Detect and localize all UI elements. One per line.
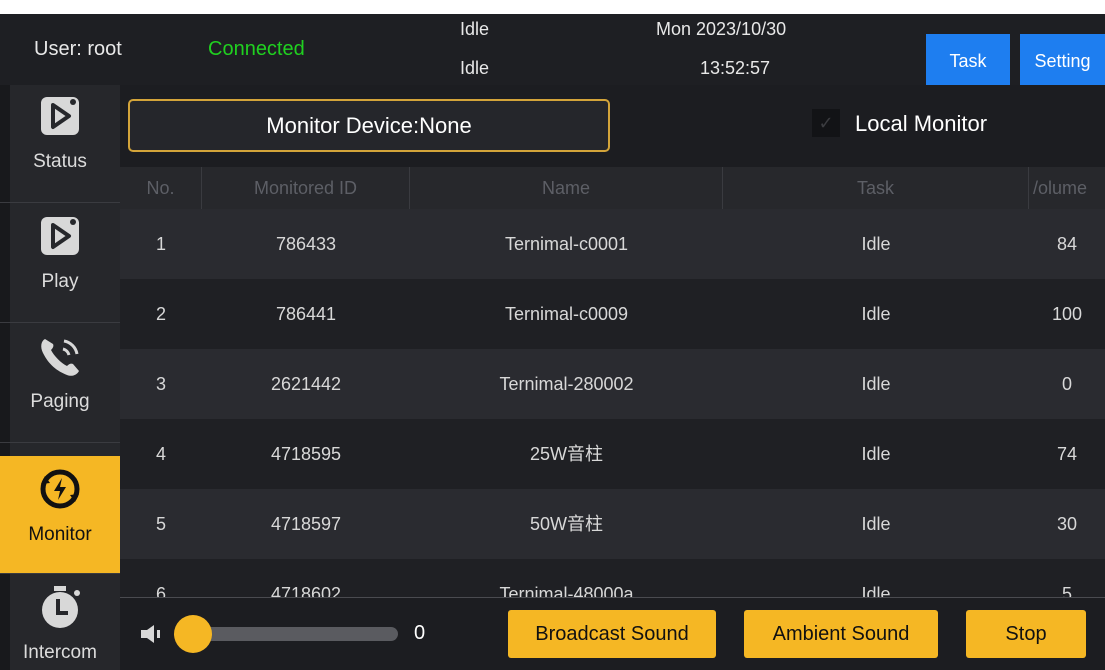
sidebar-item-status[interactable]: Status <box>0 83 120 203</box>
column-header-no[interactable]: No. <box>120 167 202 209</box>
table-row[interactable]: 5 4718597 50W音柱 Idle 30 <box>120 489 1105 559</box>
cell-id: 4718602 <box>270 584 342 597</box>
status-line-1: Idle <box>460 19 490 39</box>
volume-value: 0 <box>414 622 426 644</box>
cell-no: 1 <box>155 234 166 254</box>
table-header: No. Monitored ID Name Task /olume <box>120 167 1105 209</box>
cell-volume: 100 <box>1051 304 1083 324</box>
table-row[interactable]: 4 4718595 25W音柱 Idle 74 <box>120 419 1105 489</box>
stop-button[interactable]: Stop <box>966 610 1086 658</box>
sidebar-item-paging[interactable]: Paging <box>0 323 120 443</box>
cell-volume: 84 <box>1056 234 1078 254</box>
table-row[interactable]: 2 786441 Ternimal-c0009 Idle 100 <box>120 279 1105 349</box>
cell-task: Idle <box>861 304 891 324</box>
column-header-task[interactable]: Task <box>723 167 1029 209</box>
cell-task: Idle <box>861 234 891 254</box>
cell-id: 786441 <box>275 304 337 324</box>
cell-no: 5 <box>155 514 166 534</box>
cell-no: 6 <box>155 584 166 597</box>
sidebar-item-label: Play <box>41 271 79 292</box>
monitored-devices-table: No. Monitored ID Name Task /olume 1 7864… <box>120 167 1105 597</box>
time-label: 13:52:57 <box>700 58 771 78</box>
monitor-device-selector[interactable]: Monitor Device:None <box>128 99 610 152</box>
cell-task: Idle <box>861 374 891 394</box>
cell-name: Ternimal-c0009 <box>504 304 629 324</box>
sidebar-item-label: Monitor <box>28 524 92 545</box>
speaker-icon <box>140 624 162 649</box>
column-header-name[interactable]: Name <box>410 167 723 209</box>
play-square-icon <box>32 211 88 261</box>
sidebar-item-label: Intercom <box>23 642 97 663</box>
table-row[interactable]: 1 786433 Ternimal-c0001 Idle 84 <box>120 209 1105 279</box>
cell-name: 25W音柱 <box>529 444 603 464</box>
date-label: Mon 2023/10/30 <box>656 19 787 39</box>
column-header-volume[interactable]: /olume <box>1029 167 1105 209</box>
monitor-device-bar: Monitor Device:None ✓ Local Monitor <box>120 85 1105 167</box>
sidebar-item-play[interactable]: Play <box>0 203 120 323</box>
cell-id: 786433 <box>275 234 337 254</box>
app-window: User: root Connected Idle Idle Mon 2023/… <box>0 14 1105 670</box>
cell-no: 3 <box>155 374 166 394</box>
cell-name: Ternimal-48000a <box>499 584 634 597</box>
cell-no: 2 <box>155 304 166 324</box>
connection-status: Connected <box>208 38 305 60</box>
sidebar-item-label: Paging <box>30 391 90 412</box>
monitor-sync-icon <box>32 464 88 514</box>
sidebar-item-intercom[interactable]: Intercom <box>0 574 120 670</box>
cell-task: Idle <box>861 514 891 534</box>
cell-no: 4 <box>155 444 166 464</box>
table-row[interactable]: 3 2621442 Ternimal-280002 Idle 0 <box>120 349 1105 419</box>
play-square-icon <box>32 91 88 141</box>
column-header-monitored-id[interactable]: Monitored ID <box>202 167 410 209</box>
cell-task: Idle <box>861 584 891 597</box>
local-monitor-checkbox[interactable]: ✓ <box>812 109 840 137</box>
cell-id: 4718597 <box>270 514 342 534</box>
local-monitor-label[interactable]: Local Monitor <box>855 111 987 137</box>
sidebar-item-monitor[interactable]: Monitor <box>0 456 120 574</box>
volume-slider-knob[interactable] <box>174 615 212 653</box>
cell-volume: 0 <box>1061 374 1072 394</box>
top-bar: User: root Connected Idle Idle Mon 2023/… <box>0 14 1105 88</box>
cell-task: Idle <box>861 444 891 464</box>
cell-name: Ternimal-280002 <box>499 374 634 394</box>
cell-volume: 30 <box>1056 514 1078 534</box>
cell-volume: 5 <box>1061 584 1072 597</box>
stopwatch-icon <box>32 582 88 632</box>
phone-ringing-icon <box>32 331 88 381</box>
task-button[interactable]: Task <box>926 34 1010 88</box>
cell-name: Ternimal-c0001 <box>504 234 629 254</box>
cell-name: 50W音柱 <box>529 514 603 534</box>
ambient-sound-button[interactable]: Ambient Sound <box>744 610 938 658</box>
broadcast-sound-button[interactable]: Broadcast Sound <box>508 610 716 658</box>
cell-volume: 74 <box>1056 444 1078 464</box>
bottom-control-bar: 0 Broadcast Sound Ambient Sound Stop <box>120 597 1105 670</box>
cell-id: 4718595 <box>270 444 342 464</box>
sidebar-item-label: Status <box>33 151 87 172</box>
table-row[interactable]: 6 4718602 Ternimal-48000a Idle 5 <box>120 559 1105 597</box>
user-label: User: root <box>34 38 122 60</box>
cell-id: 2621442 <box>270 374 342 394</box>
status-line-2: Idle <box>460 58 490 78</box>
setting-button[interactable]: Setting <box>1020 34 1105 88</box>
sidebar: Status Play Paging Monitor Intercom <box>0 85 120 670</box>
